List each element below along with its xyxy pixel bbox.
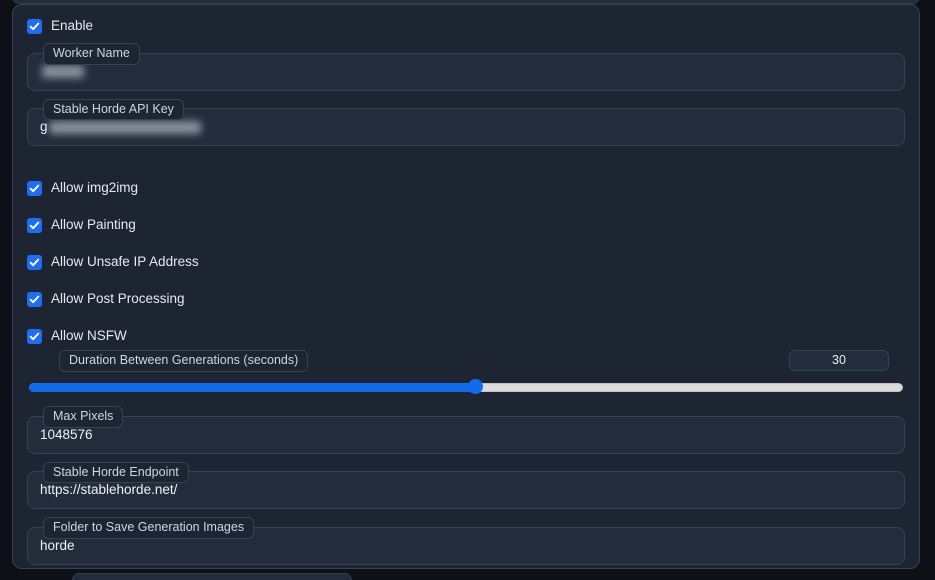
duration-value: 30 xyxy=(832,353,846,368)
slider-thumb[interactable] xyxy=(467,379,483,394)
endpoint-group: Stable Horde Endpoint https://stablehord… xyxy=(27,461,905,509)
enable-label: Enable xyxy=(51,18,94,34)
api-key-value-prefix: g xyxy=(40,119,48,135)
duration-header: Duration Between Generations (seconds) 3… xyxy=(27,350,905,373)
slider-fill xyxy=(29,383,477,392)
toggle-row-nsfw[interactable]: Allow NSFW xyxy=(27,325,905,347)
allow-post-processing-checkbox[interactable] xyxy=(27,291,42,307)
worker-name-redaction xyxy=(42,65,84,78)
api-key-label: Stable Horde API Key xyxy=(43,98,184,120)
save-folder-value: horde xyxy=(40,537,75,553)
duration-label: Duration Between Generations (seconds) xyxy=(59,350,309,372)
endpoint-label: Stable Horde Endpoint xyxy=(43,461,189,483)
api-key-redaction xyxy=(48,120,201,134)
allow-painting-checkbox[interactable] xyxy=(27,217,42,233)
save-folder-label: Folder to Save Generation Images xyxy=(43,517,255,539)
endpoint-value: https://stablehorde.net/ xyxy=(40,482,178,498)
checkmark-icon xyxy=(29,258,40,266)
toggle-row-post-processing[interactable]: Allow Post Processing xyxy=(27,288,905,310)
settings-screen: Enable Worker Name Stable Horde API Key … xyxy=(0,0,935,580)
worker-name-label: Worker Name xyxy=(43,43,140,65)
max-pixels-value: 1048576 xyxy=(40,426,93,442)
checkmark-icon xyxy=(29,295,40,303)
allow-img2img-label: Allow img2img xyxy=(51,180,139,196)
allow-unsafe-ip-label: Allow Unsafe IP Address xyxy=(51,254,199,270)
allow-painting-label: Allow Painting xyxy=(51,217,136,233)
toggle-row-img2img[interactable]: Allow img2img xyxy=(27,177,905,199)
duration-number-input[interactable]: 30 xyxy=(789,350,889,371)
toggle-row-unsafe-ip[interactable]: Allow Unsafe IP Address xyxy=(27,251,905,273)
horde-settings-panel: Enable Worker Name Stable Horde API Key … xyxy=(12,4,920,569)
allow-nsfw-label: Allow NSFW xyxy=(51,328,127,344)
allow-img2img-checkbox[interactable] xyxy=(27,180,42,196)
max-pixels-label: Max Pixels xyxy=(43,406,124,428)
enable-checkbox[interactable] xyxy=(27,18,42,34)
panel-below-partial xyxy=(72,573,352,580)
duration-slider[interactable] xyxy=(27,379,905,394)
api-key-group: Stable Horde API Key g xyxy=(27,98,905,146)
enable-row[interactable]: Enable xyxy=(27,15,905,37)
allow-unsafe-ip-checkbox[interactable] xyxy=(27,254,42,270)
checkmark-icon xyxy=(29,22,40,30)
worker-name-input[interactable] xyxy=(27,52,905,91)
checkmark-icon xyxy=(29,184,40,192)
allow-post-processing-label: Allow Post Processing xyxy=(51,291,185,307)
save-folder-group: Folder to Save Generation Images horde xyxy=(27,517,905,565)
worker-name-group: Worker Name xyxy=(27,43,905,91)
max-pixels-group: Max Pixels 1048576 xyxy=(27,406,905,454)
toggle-row-painting[interactable]: Allow Painting xyxy=(27,214,905,236)
max-pixels-input[interactable]: 1048576 xyxy=(27,415,905,454)
allow-nsfw-checkbox[interactable] xyxy=(27,328,42,344)
checkmark-icon xyxy=(29,221,40,229)
checkmark-icon xyxy=(29,332,40,340)
